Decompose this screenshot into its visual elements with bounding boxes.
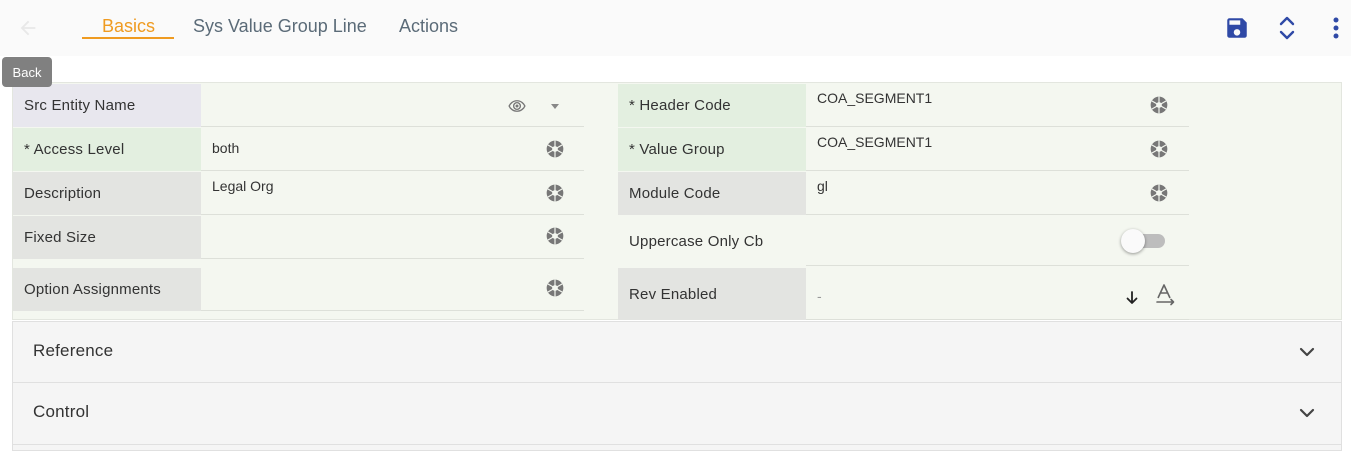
access-level-field[interactable]: both xyxy=(201,128,584,171)
description-field[interactable]: Legal Org xyxy=(201,172,584,215)
top-bar: Basics Sys Value Group Line Actions xyxy=(0,0,1351,56)
section-next-partial xyxy=(12,445,1342,451)
lookup-button-header-code[interactable] xyxy=(1148,94,1170,116)
value-group-label: * Value Group xyxy=(618,128,806,171)
access-level-label: * Access Level xyxy=(13,128,201,171)
description-label: Description xyxy=(13,172,201,215)
src-entity-name-label: Src Entity Name xyxy=(13,84,201,127)
lookup-button-fixed-size[interactable] xyxy=(544,225,566,247)
section-title: Reference xyxy=(33,341,114,360)
uppercase-only-cb-label: Uppercase Only Cb xyxy=(629,232,764,250)
toggle-knob xyxy=(1121,229,1145,253)
chevron-down-icon xyxy=(1299,408,1315,418)
section-title: Control xyxy=(33,402,90,421)
option-assignments-label: Option Assignments xyxy=(13,268,201,311)
unfold-icon xyxy=(1279,16,1295,40)
lookup-button-description[interactable] xyxy=(544,182,566,204)
sort-button[interactable] xyxy=(1121,287,1143,309)
basics-form: Src Entity Name * Access Level both Desc… xyxy=(12,82,1342,320)
lookup-button-value-group[interactable] xyxy=(1148,138,1170,160)
eye-icon xyxy=(508,100,526,112)
back-tooltip: Back xyxy=(2,57,52,87)
aperture-icon xyxy=(546,184,564,202)
chevron-down-icon xyxy=(1299,347,1315,357)
back-button[interactable] xyxy=(14,14,42,42)
lookup-button-access-level[interactable] xyxy=(544,138,566,160)
aperture-icon xyxy=(1150,96,1168,114)
save-button[interactable] xyxy=(1223,14,1251,42)
header-code-field[interactable]: COA_SEGMENT1 xyxy=(806,84,1189,127)
option-assignments-field[interactable] xyxy=(201,268,584,311)
active-tab-indicator xyxy=(82,37,174,39)
view-button[interactable] xyxy=(506,95,528,117)
uppercase-only-toggle[interactable] xyxy=(1121,229,1167,253)
tab-actions[interactable]: Actions xyxy=(399,16,458,37)
section-control[interactable]: Control xyxy=(12,383,1342,445)
tab-sys-value-group-line[interactable]: Sys Value Group Line xyxy=(193,16,367,37)
arrow-left-icon xyxy=(20,20,36,36)
aperture-icon xyxy=(546,279,564,297)
dropdown-button[interactable] xyxy=(544,95,566,117)
aperture-icon xyxy=(1150,184,1168,202)
lookup-button-module-code[interactable] xyxy=(1148,182,1170,204)
save-icon xyxy=(1227,18,1247,38)
lookup-button-option-assignments[interactable] xyxy=(544,277,566,299)
tab-basics[interactable]: Basics xyxy=(102,16,155,37)
header-code-label: * Header Code xyxy=(618,84,806,127)
aperture-icon xyxy=(1150,140,1168,158)
text-direction-icon xyxy=(1156,284,1175,306)
module-code-field[interactable]: gl xyxy=(806,172,1189,215)
value-group-field[interactable]: COA_SEGMENT1 xyxy=(806,128,1189,171)
more-vertical-icon xyxy=(1333,17,1339,39)
expand-collapse-button[interactable] xyxy=(1276,14,1298,42)
aperture-icon xyxy=(546,227,564,245)
aperture-icon xyxy=(546,140,564,158)
fixed-size-field[interactable] xyxy=(201,216,584,259)
arrow-down-icon xyxy=(1126,291,1138,304)
section-reference[interactable]: Reference xyxy=(12,321,1342,383)
caret-down-icon xyxy=(551,104,559,109)
fixed-size-label: Fixed Size xyxy=(13,216,201,259)
text-format-button[interactable] xyxy=(1153,281,1179,307)
more-menu-button[interactable] xyxy=(1326,14,1346,42)
rev-enabled-label: Rev Enabled xyxy=(618,268,806,320)
module-code-label: Module Code xyxy=(618,172,806,215)
